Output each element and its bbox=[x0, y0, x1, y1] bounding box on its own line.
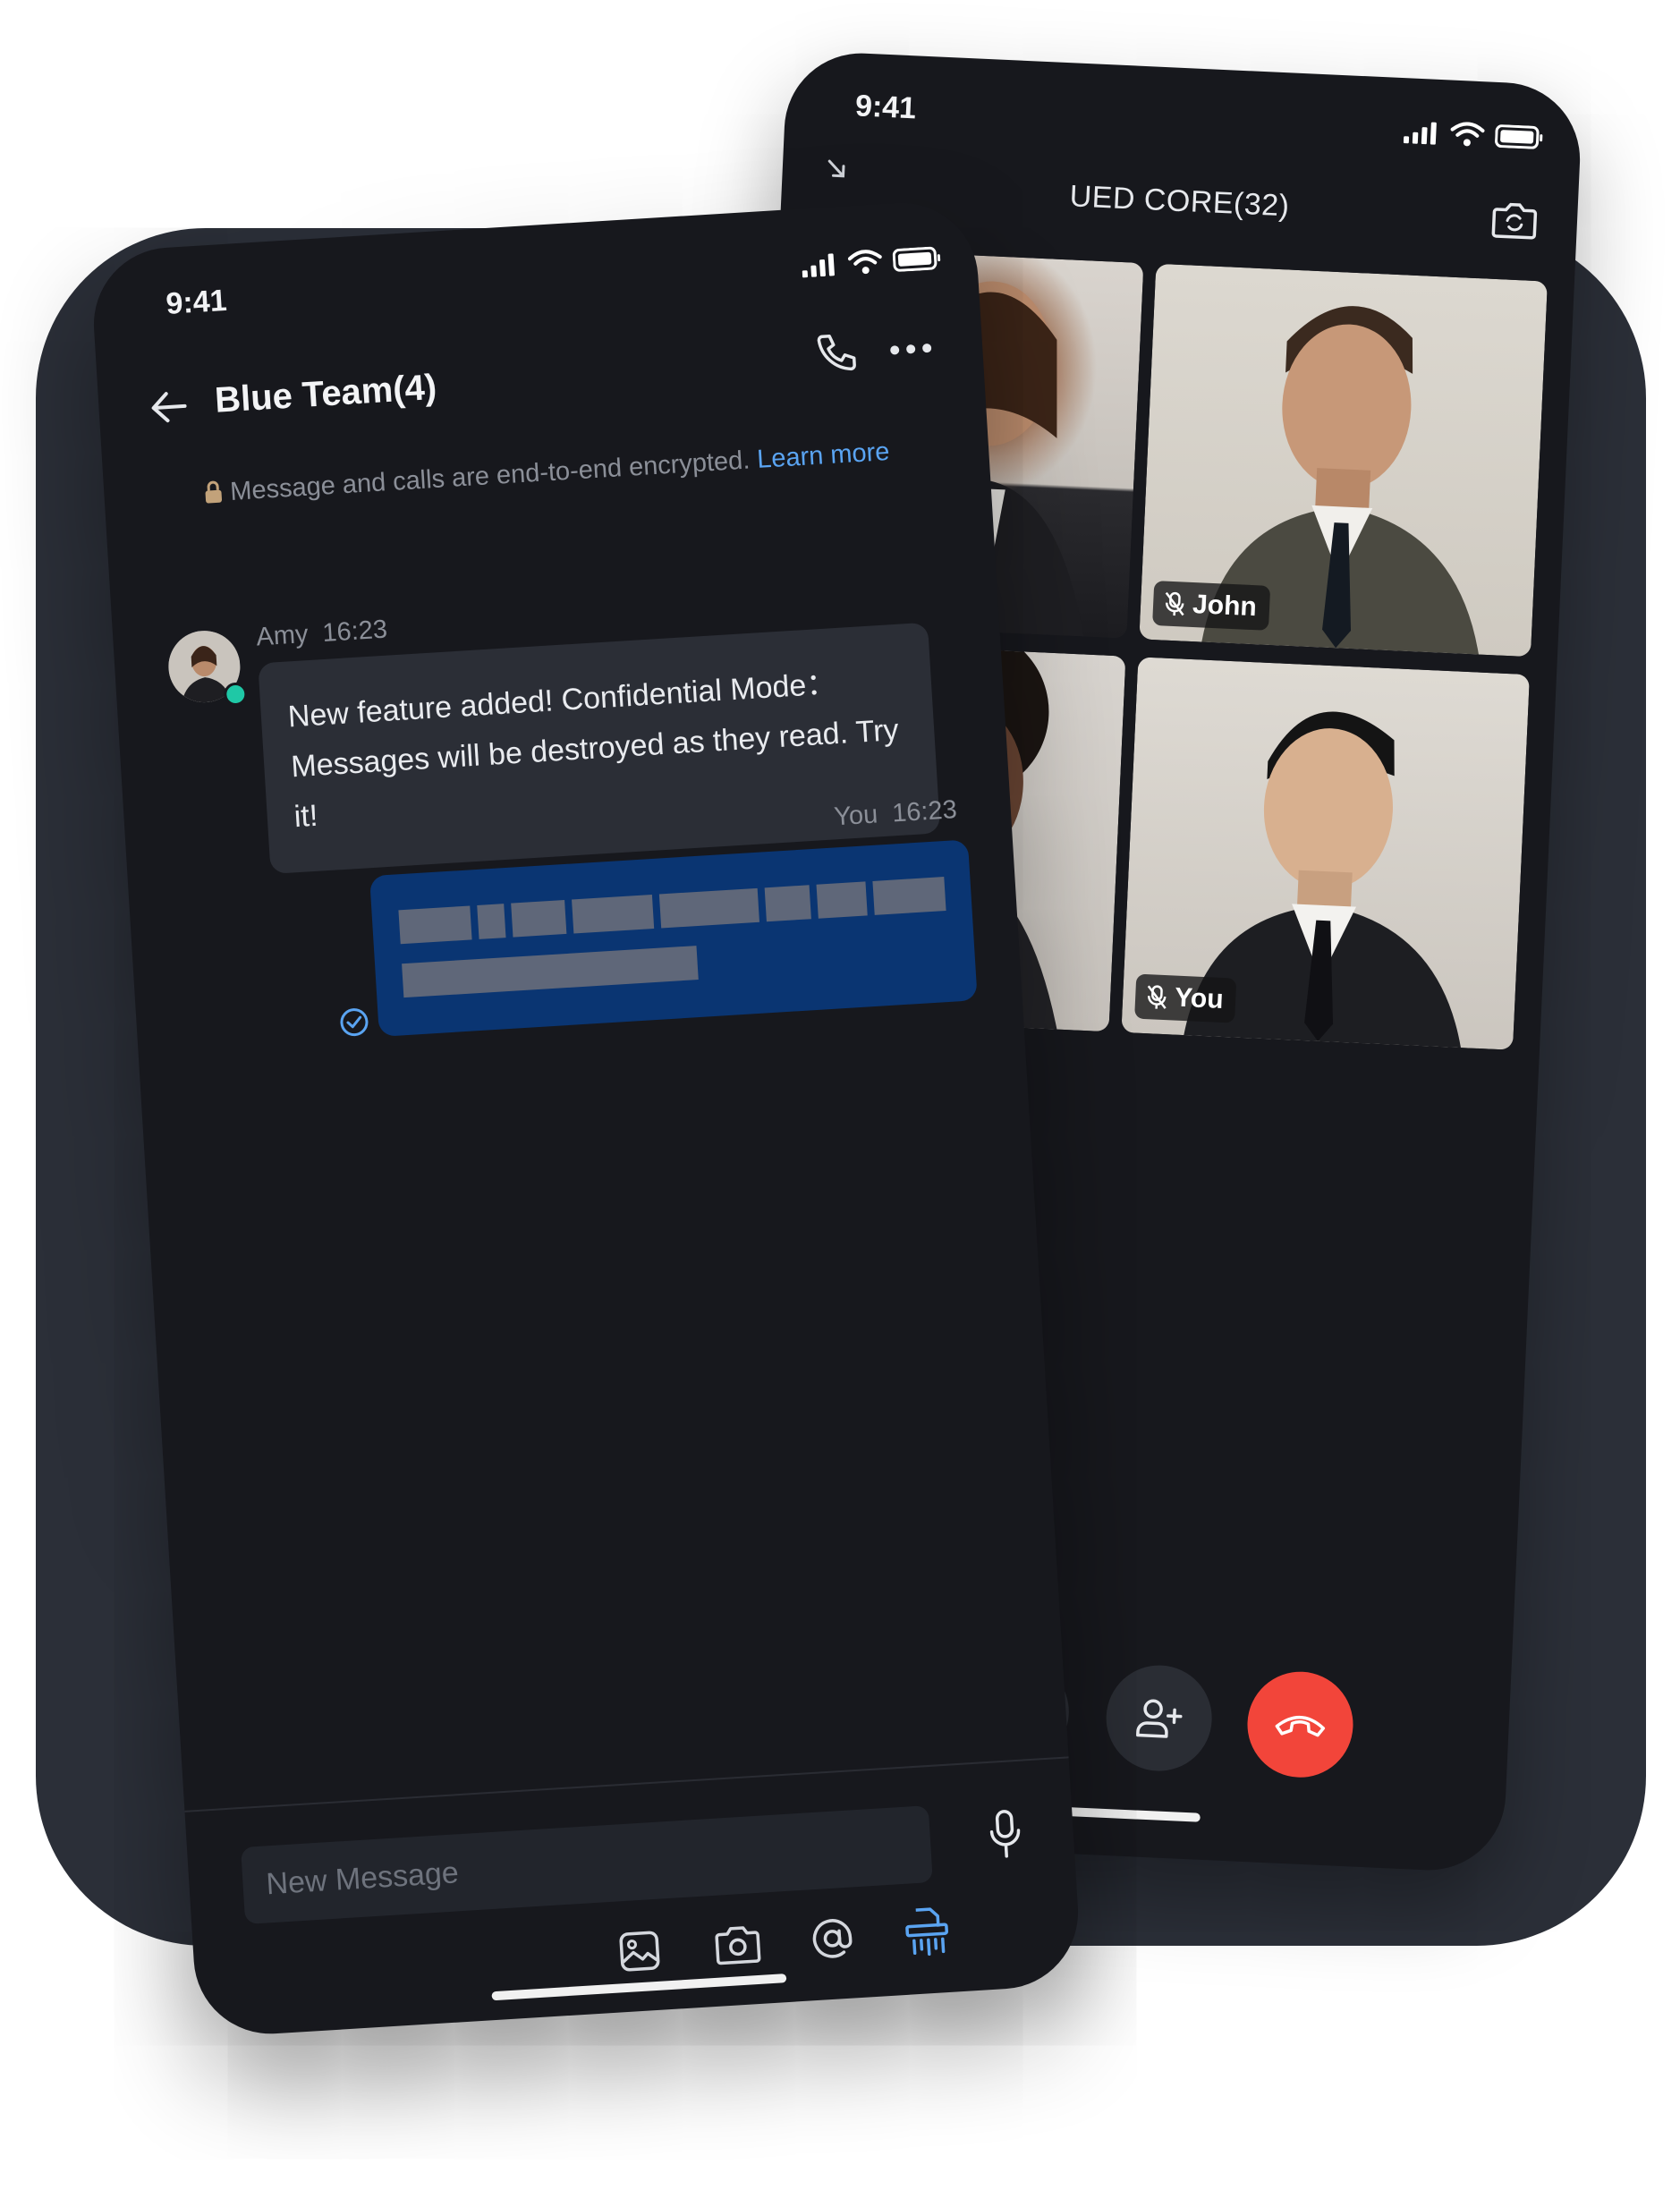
redaction-block bbox=[572, 895, 655, 934]
lock-icon bbox=[203, 480, 225, 504]
name-tag: John bbox=[1152, 581, 1270, 631]
add-participant-icon bbox=[1134, 1695, 1184, 1740]
status-icons bbox=[801, 245, 941, 278]
status-time: 9:41 bbox=[854, 89, 917, 126]
redaction-block bbox=[764, 885, 811, 922]
learn-more-link[interactable]: Learn more bbox=[756, 437, 890, 474]
name-tag: You bbox=[1134, 973, 1237, 1023]
more-options-icon[interactable] bbox=[889, 343, 933, 356]
battery-icon bbox=[1495, 124, 1544, 149]
redaction-block bbox=[658, 887, 759, 929]
redaction-block bbox=[816, 881, 868, 919]
participant-name: You bbox=[1174, 982, 1225, 1015]
encryption-notice: Message and calls are end-to-end encrypt… bbox=[103, 426, 989, 519]
chat-title: Blue Team(4) bbox=[213, 367, 438, 420]
participant-name: John bbox=[1192, 590, 1258, 623]
redaction-block bbox=[872, 877, 946, 915]
end-call-icon bbox=[1273, 1708, 1328, 1741]
switch-camera-icon[interactable] bbox=[1490, 199, 1539, 242]
status-time: 9:41 bbox=[165, 283, 228, 321]
microphone-icon[interactable] bbox=[988, 1809, 1022, 1859]
wifi-icon bbox=[847, 249, 883, 276]
phone-call-icon[interactable] bbox=[813, 331, 859, 377]
message-meta: You 16:23 bbox=[833, 795, 957, 832]
camera-icon[interactable] bbox=[714, 1923, 761, 1965]
battery-icon bbox=[892, 246, 941, 272]
participant-tile-john[interactable]: John bbox=[1139, 263, 1548, 658]
end-call-button[interactable] bbox=[1244, 1669, 1356, 1780]
home-indicator[interactable] bbox=[491, 1974, 787, 2001]
shredder-icon[interactable] bbox=[904, 1905, 951, 1957]
message-bubble-outgoing-redacted[interactable] bbox=[369, 839, 978, 1037]
mic-off-icon bbox=[1146, 984, 1168, 1010]
image-icon[interactable] bbox=[618, 1930, 662, 1974]
signal-icon bbox=[1403, 120, 1440, 145]
chat-phone: 9:41 Blue Team(4) Message and calls are … bbox=[89, 198, 1083, 2039]
redaction-block bbox=[477, 904, 506, 939]
message-input[interactable]: New Message bbox=[241, 1805, 933, 1924]
sender-name: Amy bbox=[255, 619, 310, 652]
back-arrow-icon[interactable] bbox=[148, 388, 189, 427]
message-time: 16:23 bbox=[321, 615, 388, 648]
signal-icon bbox=[802, 252, 839, 278]
encryption-text: Message and calls are end-to-end encrypt… bbox=[229, 446, 751, 506]
redaction-block bbox=[402, 946, 699, 998]
status-icons bbox=[1403, 119, 1544, 150]
redaction-block bbox=[398, 905, 472, 945]
message-time: 16:23 bbox=[891, 795, 958, 828]
online-indicator bbox=[223, 682, 249, 707]
mic-off-icon bbox=[1164, 591, 1186, 617]
delivered-check-icon bbox=[338, 1006, 370, 1039]
add-participant-button[interactable] bbox=[1104, 1662, 1215, 1774]
mention-icon[interactable] bbox=[810, 1915, 855, 1961]
composer-divider bbox=[184, 1756, 1069, 1812]
sender-name: You bbox=[833, 800, 879, 832]
participant-tile-you[interactable]: You bbox=[1121, 657, 1530, 1050]
wifi-icon bbox=[1450, 122, 1485, 149]
message-bubble-incoming[interactable]: New feature added! Confidential Mode：Mes… bbox=[258, 622, 941, 874]
message-meta: Amy 16:23 bbox=[256, 615, 388, 653]
redaction-block bbox=[511, 900, 567, 938]
